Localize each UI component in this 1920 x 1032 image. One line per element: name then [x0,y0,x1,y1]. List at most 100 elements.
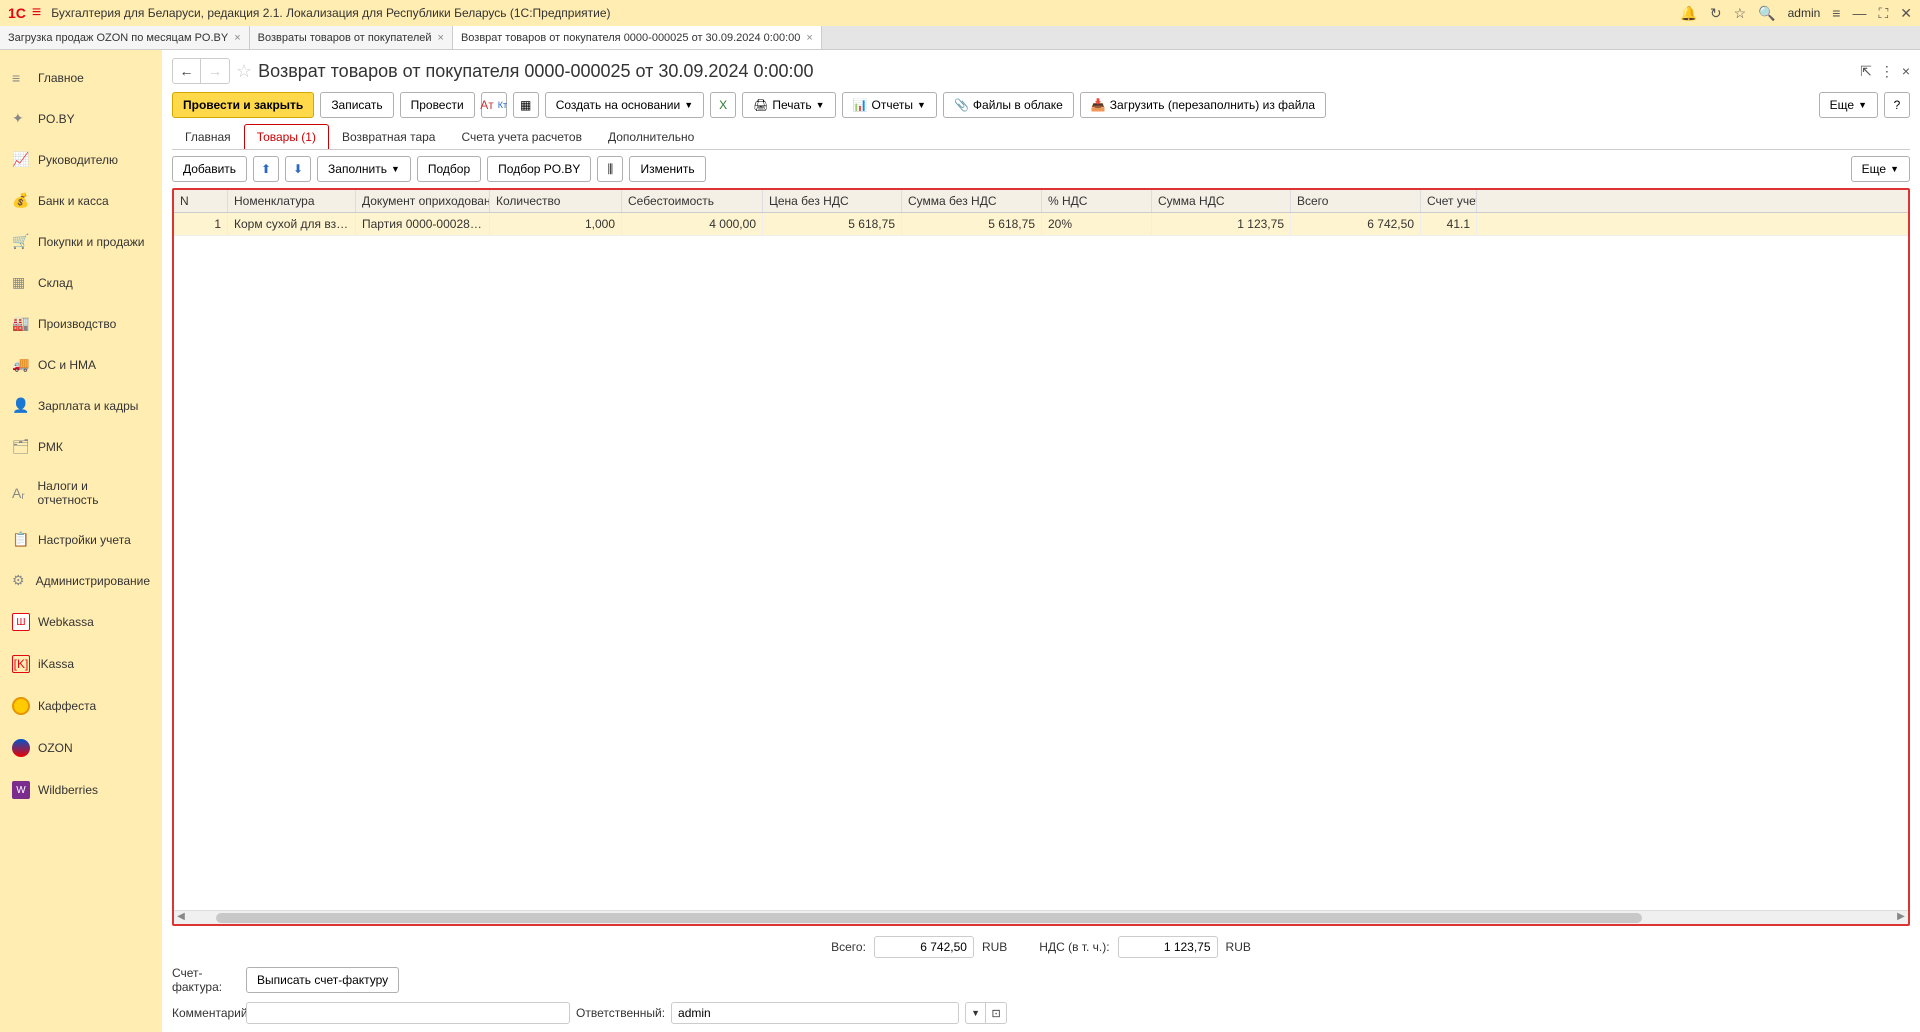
sidebar-item-sales[interactable]: 🛒Покупки и продажи [0,221,162,262]
close-panel-icon[interactable]: × [1902,63,1910,80]
cell-total[interactable]: 6 742,50 [1291,213,1421,235]
edit-button[interactable]: Изменить [629,156,705,182]
issue-invoice-button[interactable]: Выписать счет-фактуру [246,967,399,993]
close-icon[interactable]: × [234,32,240,44]
col-qty[interactable]: Количество [490,190,622,212]
pick-button[interactable]: Подбор [417,156,481,182]
print-button[interactable]: 🖨 Печать ▼ [742,92,835,118]
settings-icon[interactable]: ≡ [1832,5,1840,21]
horizontal-scrollbar[interactable]: ◀ ▶ [174,910,1908,924]
write-button[interactable]: Записать [320,92,393,118]
sidebar-item-production[interactable]: 🏭Производство [0,303,162,344]
cell-sumvat[interactable]: 1 123,75 [1152,213,1291,235]
grid-body[interactable]: 1 Корм сухой для взро… Партия 0000-00028… [174,213,1908,910]
subtab-goods[interactable]: Товары (1) [244,124,329,149]
maximize-icon[interactable]: ⛶ [1878,5,1888,22]
kebab-icon[interactable]: ⋮ [1880,63,1894,80]
sidebar-item-ikassa[interactable]: [K]iKassa [0,643,162,685]
link-icon[interactable]: ⇱ [1860,63,1872,80]
add-row-button[interactable]: Добавить [172,156,247,182]
star-icon[interactable]: ☆ [1734,5,1747,22]
col-sum[interactable]: Сумма без НДС [902,190,1042,212]
pick-poby-button[interactable]: Подбор PO.BY [487,156,591,182]
subtab-accounts[interactable]: Счета учета расчетов [448,124,594,149]
minimize-icon[interactable]: — [1852,5,1866,21]
scroll-left-icon[interactable]: ◀ [174,911,188,924]
col-nomenclature[interactable]: Номенклатура [228,190,356,212]
responsible-field[interactable] [671,1002,959,1024]
cell-sum[interactable]: 5 618,75 [902,213,1042,235]
barcode-button[interactable]: ⫼ [597,156,623,182]
tab-returns-list[interactable]: Возвраты товаров от покупателей× [250,26,453,49]
fill-button[interactable]: Заполнить ▼ [317,156,411,182]
table-more-button[interactable]: Еще ▼ [1851,156,1910,182]
post-and-close-button[interactable]: Провести и закрыть [172,92,314,118]
col-cost[interactable]: Себестоимость [622,190,763,212]
cell-acct[interactable]: 41.1 [1421,213,1477,235]
help-button[interactable]: ? [1884,92,1910,118]
subtab-extra[interactable]: Дополнительно [595,124,707,149]
cell-vat[interactable]: 20% [1042,213,1152,235]
col-vat[interactable]: % НДС [1042,190,1152,212]
scroll-thumb[interactable] [216,913,1642,923]
create-based-button[interactable]: Создать на основании ▼ [545,92,704,118]
back-button[interactable]: ← [173,59,201,83]
col-acct[interactable]: Счет учета [1421,190,1477,212]
move-down-button[interactable]: ⬇ [285,156,311,182]
col-total[interactable]: Всего [1291,190,1421,212]
tab-ozon-load[interactable]: Загрузка продаж OZON по месяцам PO.BY× [0,26,250,49]
registers-button[interactable]: ▦ [513,92,539,118]
close-icon[interactable]: × [806,32,812,44]
sidebar-item-webkassa[interactable]: ШWebkassa [0,601,162,643]
col-price[interactable]: Цена без НДС [763,190,902,212]
cell-qty[interactable]: 1,000 [490,213,622,235]
responsible-picker[interactable]: ▼ ⊡ [965,1002,1007,1024]
col-n[interactable]: N [174,190,228,212]
move-up-button[interactable]: ⬆ [253,156,279,182]
tab-return-doc[interactable]: Возврат товаров от покупателя 0000-00002… [453,26,822,49]
close-icon[interactable]: × [438,32,444,44]
sidebar-item-poby[interactable]: ✦PO.BY [0,98,162,139]
sidebar-item-ozon[interactable]: OZON [0,727,162,769]
forward-button[interactable]: → [201,59,229,83]
cell-price[interactable]: 5 618,75 [763,213,902,235]
search-icon[interactable]: 🔍 [1758,5,1775,22]
open-ref-icon[interactable]: ⊡ [985,1002,1007,1024]
sidebar-item-manager[interactable]: 📈Руководителю [0,139,162,180]
vat-field[interactable] [1118,936,1218,958]
scroll-right-icon[interactable]: ▶ [1894,911,1908,924]
excel-button[interactable]: X [710,92,736,118]
sidebar-item-tax[interactable]: АᵣНалоги и отчетность [0,467,162,519]
subtab-tare[interactable]: Возвратная тара [329,124,449,149]
favorite-icon[interactable]: ☆ [236,61,252,82]
cell-cost[interactable]: 4 000,00 [622,213,763,235]
sidebar-item-bank[interactable]: 💰Банк и касса [0,180,162,221]
sidebar-item-hr[interactable]: 👤Зарплата и кадры [0,385,162,426]
col-sumvat[interactable]: Сумма НДС [1152,190,1291,212]
user-label[interactable]: admin [1788,6,1821,20]
bell-icon[interactable]: 🔔 [1680,5,1697,22]
sidebar-item-admin[interactable]: ⚙Администрирование [0,560,162,601]
sidebar-item-acct-settings[interactable]: 📋Настройки учета [0,519,162,560]
history-icon[interactable]: ↻ [1710,5,1722,22]
cell-nom[interactable]: Корм сухой для взро… [228,213,356,235]
load-from-file-button[interactable]: 📥 Загрузить (перезаполнить) из файла [1080,92,1326,118]
main-menu-icon[interactable]: ≡ [32,4,41,22]
table-row[interactable]: 1 Корм сухой для взро… Партия 0000-00028… [174,213,1908,236]
col-doc[interactable]: Документ оприходования [356,190,490,212]
sidebar-item-assets[interactable]: 🚚ОС и НМА [0,344,162,385]
cell-n[interactable]: 1 [174,213,228,235]
comment-field[interactable] [246,1002,570,1024]
more-button[interactable]: Еще ▼ [1819,92,1878,118]
total-field[interactable] [874,936,974,958]
sidebar-item-main[interactable]: ≡Главное [0,58,162,98]
reports-button[interactable]: 📊 Отчеты ▼ [842,92,937,118]
dtkt-button[interactable]: AтКт [481,92,507,118]
dropdown-icon[interactable]: ▼ [965,1002,985,1024]
cell-doc[interactable]: Партия 0000-000280 от … [356,213,490,235]
subtab-main[interactable]: Главная [172,124,244,149]
cloud-files-button[interactable]: 📎 Файлы в облаке [943,92,1074,118]
sidebar-item-warehouse[interactable]: ▦Склад [0,262,162,303]
post-button[interactable]: Провести [400,92,475,118]
close-window-icon[interactable]: ✕ [1900,5,1912,22]
